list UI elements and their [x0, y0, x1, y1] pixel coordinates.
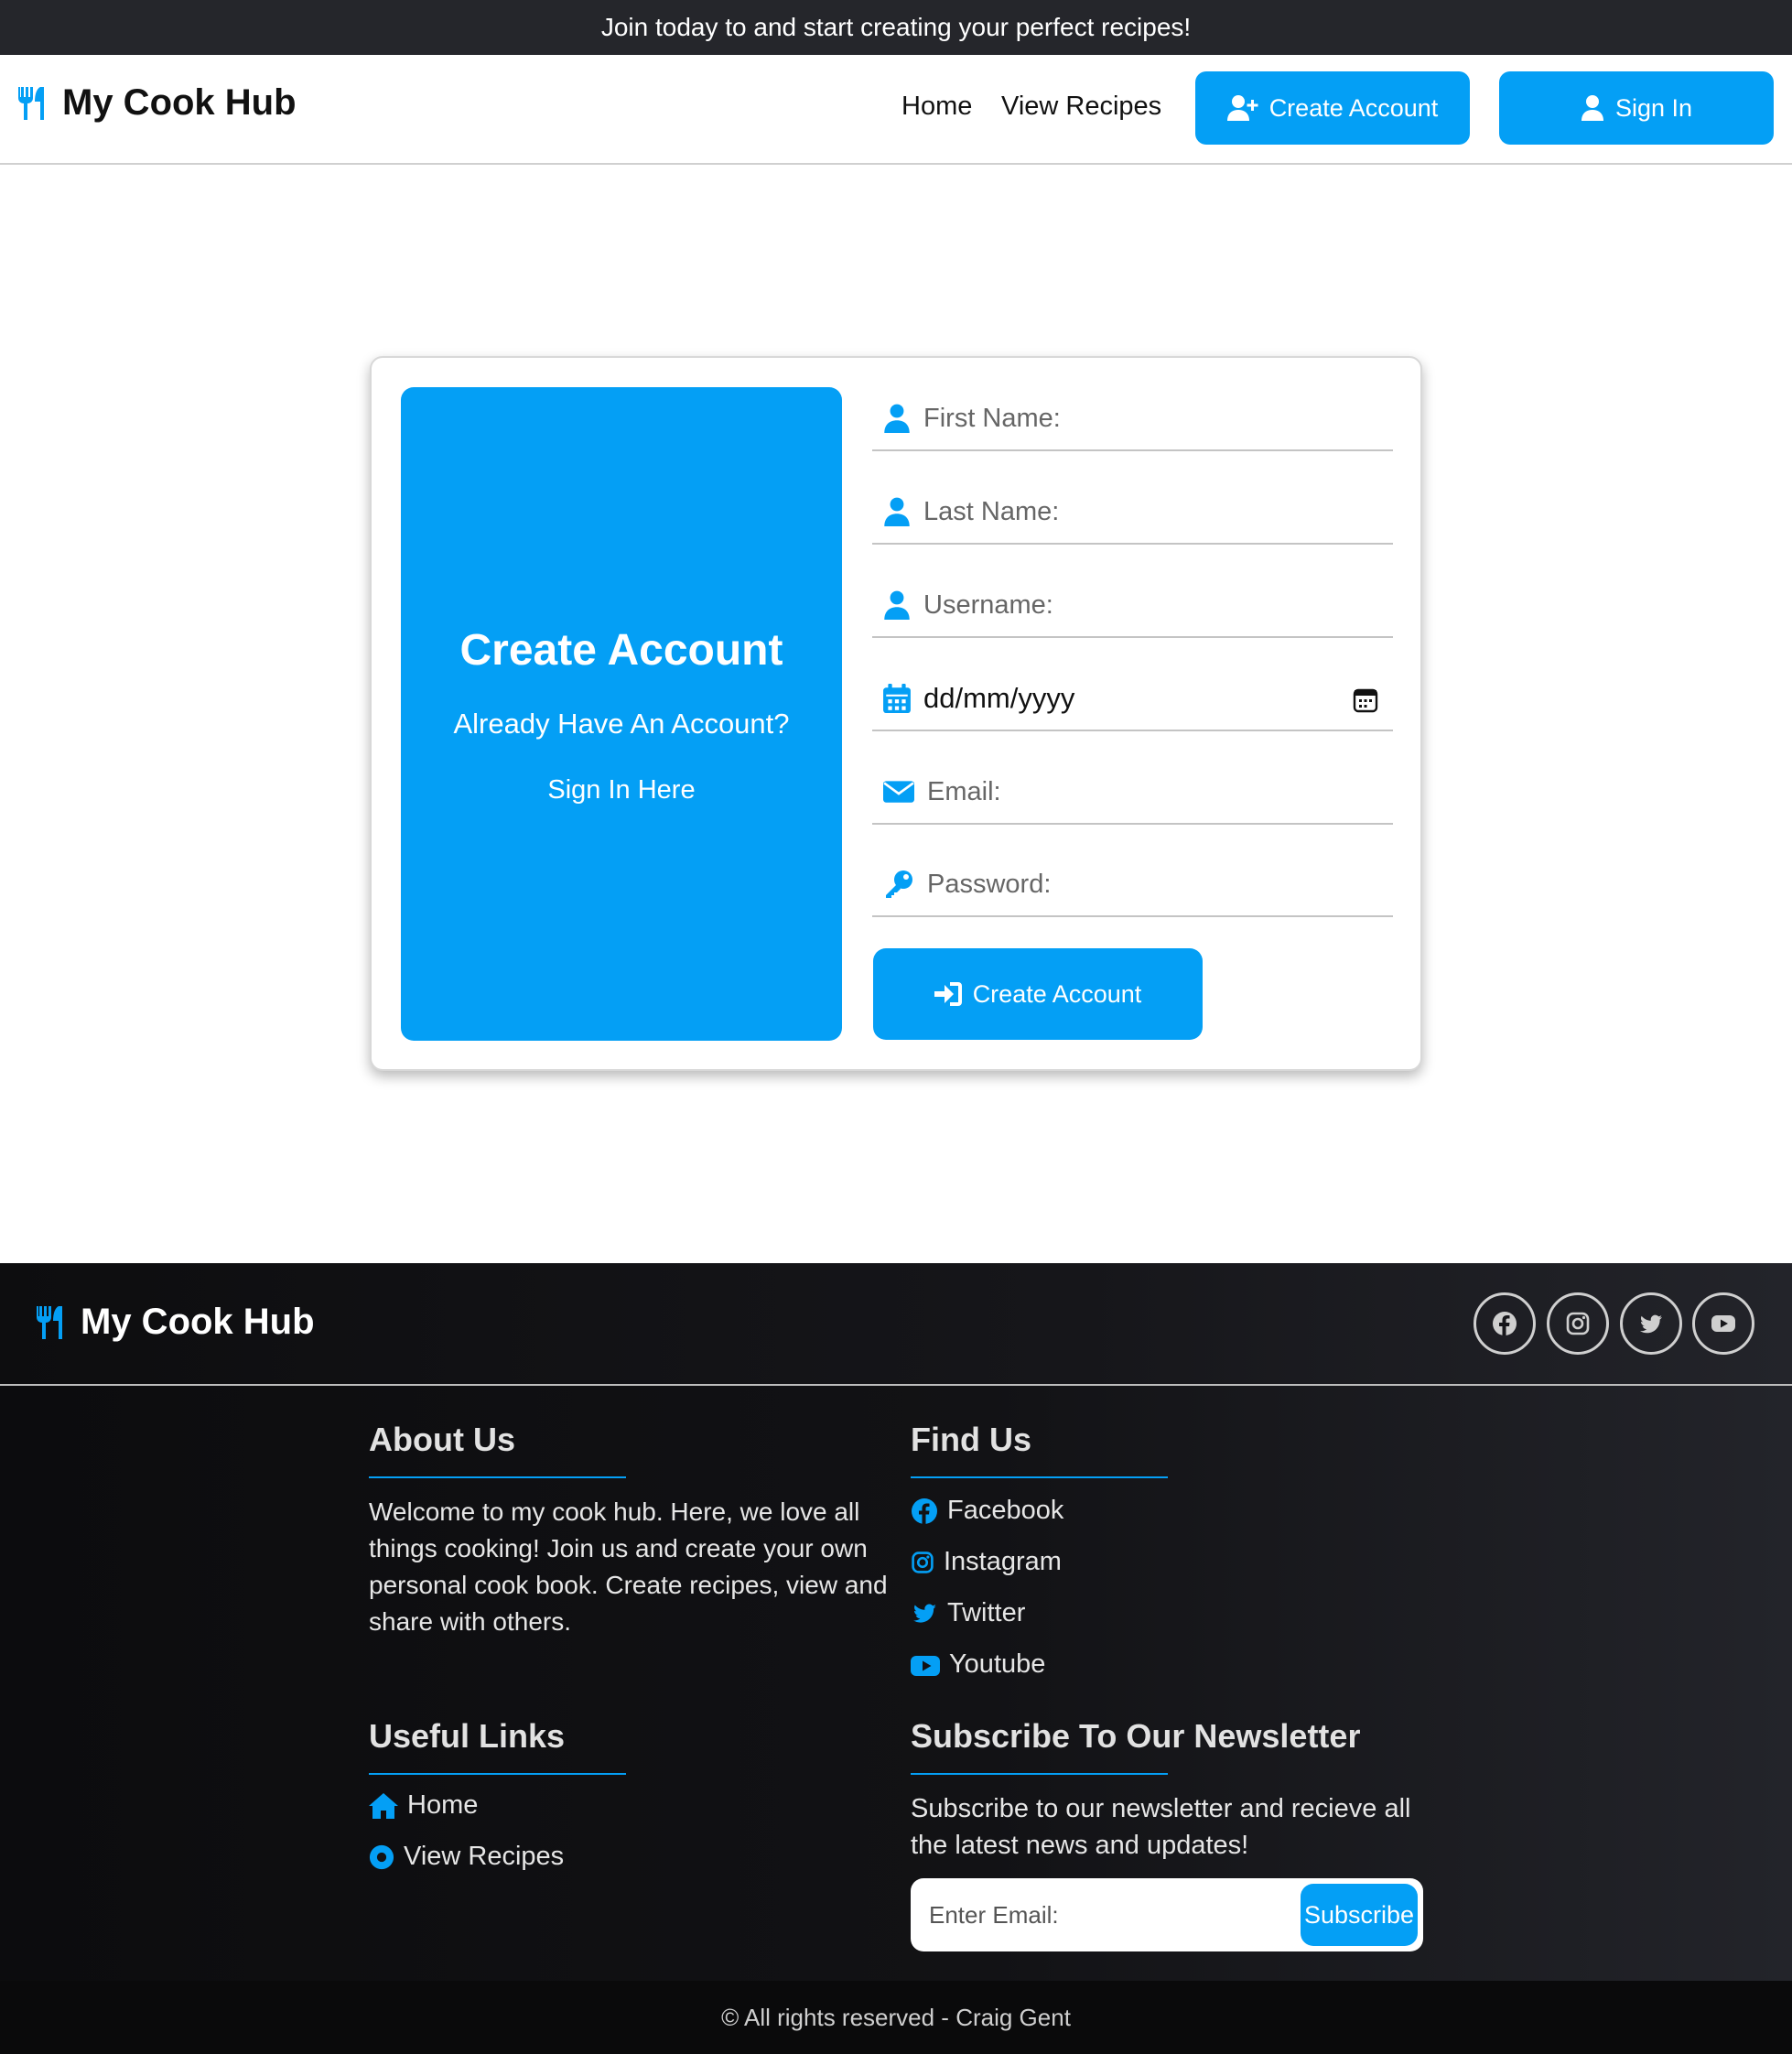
date-of-birth-input[interactable]: dd/mm/yyyy: [923, 682, 1074, 715]
subscribe-button[interactable]: Subscribe: [1301, 1884, 1418, 1946]
last-name-field[interactable]: [872, 481, 1393, 545]
instagram-link-label: Instagram: [944, 1547, 1062, 1576]
user-icon: [884, 497, 910, 526]
sign-in-here-link[interactable]: Sign In Here: [401, 775, 842, 805]
last-name-input[interactable]: [923, 496, 1326, 527]
date-of-birth-field[interactable]: dd/mm/yyyy: [872, 667, 1393, 731]
newsletter-divider: [911, 1773, 1168, 1775]
panel-title: Create Account: [459, 626, 783, 675]
sign-in-label: Sign In: [1614, 93, 1693, 122]
nav-view-recipes-link[interactable]: View Recipes: [1001, 92, 1161, 122]
useful-links-heading: Useful Links: [369, 1717, 566, 1755]
twitter-icon: [913, 1603, 936, 1623]
home-link-label: Home: [407, 1790, 479, 1820]
banner-text: Join today to and start creating your pe…: [600, 13, 1192, 41]
calendar-icon: [883, 684, 911, 713]
home-icon: [369, 1792, 398, 1819]
copyright-text: © All rights reserved - Craig Gent: [721, 2003, 1071, 2031]
footer-twitter-link[interactable]: Twitter: [911, 1598, 1025, 1628]
first-name-input[interactable]: [923, 403, 1326, 434]
instagram-social-button[interactable]: [1547, 1292, 1609, 1355]
view-recipes-link-label: View Recipes: [404, 1842, 565, 1871]
brand-name: My Cook Hub: [62, 82, 297, 123]
newsletter-email-input[interactable]: [929, 1900, 1295, 1930]
youtube-social-button[interactable]: [1692, 1292, 1754, 1355]
newsletter-form: Subscribe: [911, 1878, 1423, 1951]
facebook-icon: [912, 1497, 937, 1524]
footer-youtube-link[interactable]: Youtube: [911, 1649, 1045, 1680]
facebook-link-label: Facebook: [947, 1496, 1064, 1525]
newsletter-text: Subscribe to our newsletter and recieve …: [911, 1794, 1411, 1860]
sign-in-arrow-icon: [934, 982, 962, 1006]
envelope-icon: [883, 781, 914, 803]
find-us-heading: Find Us: [911, 1421, 1031, 1458]
youtube-icon: [1711, 1315, 1735, 1332]
find-us-divider: [911, 1476, 1168, 1478]
nav-home-link[interactable]: Home: [901, 92, 972, 122]
navbar: My Cook Hub Home View Recipes Create Acc…: [0, 55, 1792, 165]
date-picker-icon[interactable]: [1353, 687, 1378, 713]
create-account-submit-button[interactable]: Create Account: [873, 948, 1203, 1040]
create-account-button[interactable]: Create Account: [1195, 71, 1470, 145]
footer-header: My Cook Hub: [0, 1263, 1792, 1386]
submit-label: Create Account: [972, 979, 1142, 1008]
brand-logo[interactable]: My Cook Hub: [16, 82, 297, 124]
instagram-icon: [1566, 1312, 1590, 1335]
key-icon: [886, 870, 912, 898]
instagram-icon: [912, 1551, 934, 1573]
about-divider: [369, 1476, 626, 1478]
panel-subtitle: Already Have An Account?: [453, 708, 790, 740]
twitter-social-button[interactable]: [1620, 1292, 1682, 1355]
password-field[interactable]: [872, 853, 1393, 917]
facebook-icon: [1493, 1312, 1517, 1335]
create-account-label: Create Account: [1268, 93, 1439, 122]
facebook-social-button[interactable]: [1474, 1292, 1536, 1355]
username-field[interactable]: [872, 574, 1393, 638]
about-text: Welcome to my cook hub. Here, we love al…: [369, 1497, 888, 1636]
footer-brand-name: My Cook Hub: [81, 1302, 315, 1342]
twitter-link-label: Twitter: [947, 1598, 1026, 1627]
user-plus-icon: [1226, 95, 1258, 121]
create-account-card: Create Account Already Have An Account? …: [370, 356, 1422, 1071]
sign-in-button[interactable]: Sign In: [1499, 71, 1774, 145]
email-input[interactable]: [927, 776, 1330, 807]
create-account-panel: Create Account Already Have An Account? …: [401, 387, 842, 1041]
footer-view-recipes-link[interactable]: View Recipes: [369, 1842, 564, 1872]
user-icon: [884, 590, 910, 620]
first-name-field[interactable]: [872, 387, 1393, 451]
footer-brand[interactable]: My Cook Hub: [35, 1302, 315, 1343]
footer-home-link[interactable]: Home: [369, 1790, 478, 1821]
youtube-link-label: Youtube: [949, 1649, 1046, 1679]
copyright-bar: © All rights reserved - Craig Gent: [0, 1981, 1792, 2054]
footer-facebook-link[interactable]: Facebook: [911, 1496, 1063, 1526]
user-icon: [1581, 95, 1603, 121]
utensils-icon: [37, 1305, 62, 1339]
twitter-icon: [1640, 1314, 1662, 1334]
email-field[interactable]: [872, 761, 1393, 825]
footer-main: About Us Welcome to my cook hub. Here, w…: [0, 1386, 1792, 1981]
newsletter-heading: Subscribe To Our Newsletter: [911, 1717, 1361, 1755]
youtube-icon: [911, 1655, 940, 1676]
about-heading: About Us: [369, 1421, 515, 1458]
username-input[interactable]: [923, 589, 1326, 621]
circle-dot-icon: [369, 1844, 394, 1869]
useful-links-divider: [369, 1773, 626, 1775]
password-input[interactable]: [927, 869, 1330, 900]
user-icon: [884, 404, 910, 433]
utensils-icon: [18, 86, 44, 120]
footer-instagram-link[interactable]: Instagram: [911, 1547, 1062, 1577]
top-banner: Join today to and start creating your pe…: [0, 0, 1792, 55]
